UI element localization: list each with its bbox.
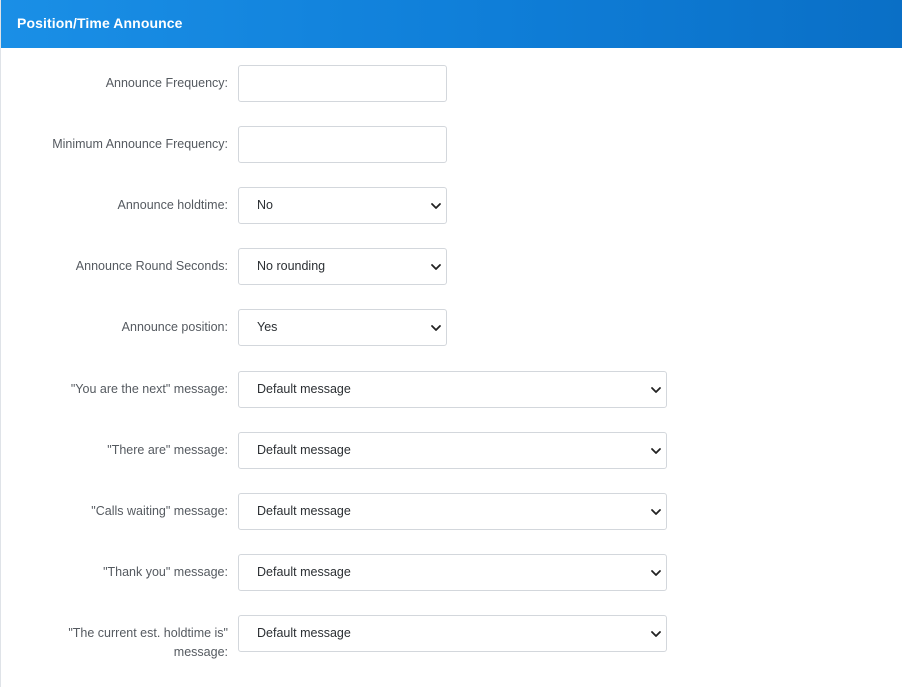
position-time-announce-panel: Position/Time Announce Announce Frequenc… [0,0,902,687]
min-announce-frequency-label: Minimum Announce Frequency: [52,137,228,151]
chevron-down-icon [430,322,442,334]
announce-position-label: Announce position: [121,320,228,334]
chevron-down-icon [650,506,662,518]
chevron-down-icon [650,567,662,579]
calls-waiting-message-row: "Calls waiting" message: Default message [1,493,902,531]
announce-holdtime-select[interactable]: No [238,187,447,224]
you-are-next-message-label: "You are the next" message: [70,382,228,396]
there-are-message-select[interactable]: Default message [238,432,667,469]
current-holdtime-message-label-line2: message: [173,645,228,659]
you-are-next-message-value: Default message [257,382,351,396]
thank-you-message-select[interactable]: Default message [238,554,667,591]
announce-position-value: Yes [257,320,278,334]
there-are-message-label: "There are" message: [107,443,228,457]
announce-round-seconds-row: Announce Round Seconds: No rounding [1,248,902,286]
chevron-down-icon [650,445,662,457]
there-are-message-row: "There are" message: Default message [1,432,902,470]
announce-position-row: Announce position: Yes [1,309,902,347]
chevron-down-icon [430,261,442,273]
there-are-message-value: Default message [257,443,351,457]
current-holdtime-message-value: Default message [257,626,351,640]
current-holdtime-message-label: "The current est. holdtime is" message: [8,624,228,662]
announce-frequency-input[interactable] [238,65,447,102]
calls-waiting-message-label: "Calls waiting" message: [91,504,228,518]
announce-holdtime-row: Announce holdtime: No [1,187,902,225]
you-are-next-message-row: "You are the next" message: Default mess… [1,371,902,409]
panel-header: Position/Time Announce [1,0,902,48]
min-announce-frequency-input[interactable] [238,126,447,163]
announce-round-seconds-select[interactable]: No rounding [238,248,447,285]
thank-you-message-label: "Thank you" message: [103,565,228,579]
announce-frequency-row: Announce Frequency: [1,65,902,103]
announce-position-select[interactable]: Yes [238,309,447,346]
panel-title: Position/Time Announce [17,15,183,31]
announce-round-seconds-value: No rounding [257,259,326,273]
announce-round-seconds-label: Announce Round Seconds: [75,259,228,273]
calls-waiting-message-select[interactable]: Default message [238,493,667,530]
announce-holdtime-label: Announce holdtime: [117,198,229,212]
announce-frequency-label: Announce Frequency: [105,76,228,90]
chevron-down-icon [650,628,662,640]
calls-waiting-message-value: Default message [257,504,351,518]
you-are-next-message-select[interactable]: Default message [238,371,667,408]
chevron-down-icon [430,200,442,212]
chevron-down-icon [650,384,662,396]
current-holdtime-message-label-line1: "The current est. holdtime is" [68,626,228,640]
current-holdtime-message-row: "The current est. holdtime is" message: … [1,615,902,665]
min-announce-frequency-row: Minimum Announce Frequency: [1,126,902,164]
thank-you-message-value: Default message [257,565,351,579]
current-holdtime-message-select[interactable]: Default message [238,615,667,652]
thank-you-message-row: "Thank you" message: Default message [1,554,902,592]
announce-holdtime-value: No [257,198,273,212]
